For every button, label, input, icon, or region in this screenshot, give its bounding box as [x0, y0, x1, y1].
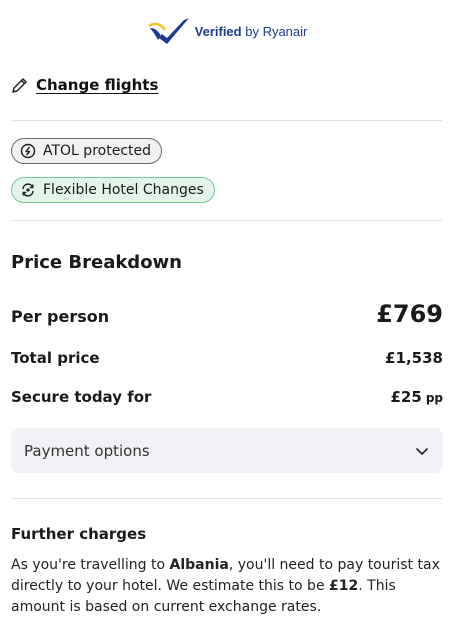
per-person-price: £769 — [376, 300, 443, 328]
pencil-icon — [12, 77, 27, 93]
change-flights-link[interactable]: Change flights — [11, 76, 158, 94]
flexible-label: Flexible Hotel Changes — [43, 182, 204, 198]
change-flights-label[interactable]: Change flights — [36, 76, 158, 94]
verified-text: Verified by Ryanair — [194, 23, 308, 39]
ryanair-logo-icon — [147, 18, 189, 44]
atol-label: ATOL protected — [43, 143, 152, 159]
total-price-row: Total price £1,538 — [11, 349, 443, 367]
flexible-icon — [22, 183, 34, 197]
further-charges-heading: Further charges — [11, 525, 147, 543]
payment-options-dropdown[interactable]: Payment options — [11, 428, 443, 473]
divider — [11, 498, 442, 499]
further-charges-text: As you're travelling to Albania, you'll … — [11, 557, 440, 615]
secure-today-amount: £25 pp — [391, 387, 444, 406]
per-person-label: Per person — [11, 307, 110, 326]
secure-today-label: Secure today for — [11, 388, 152, 406]
flexible-hotel-changes-badge: Flexible Hotel Changes — [11, 177, 215, 203]
total-price-value: £1,538 — [385, 349, 443, 367]
per-person-row: Per person £769 — [11, 300, 443, 328]
verified-by-ryanair: Verified by Ryanair — [0, 16, 454, 46]
payment-options-label: Payment options — [24, 441, 150, 460]
divider — [11, 220, 442, 221]
secure-today-value: £25 — [390, 388, 422, 406]
destination-name: Albania — [169, 557, 229, 573]
atol-protected-badge: ATOL protected — [11, 138, 163, 164]
secure-today-row: Secure today for £25 pp — [11, 387, 443, 406]
divider — [11, 120, 442, 121]
atol-icon — [20, 143, 36, 159]
total-price-label: Total price — [11, 349, 100, 367]
price-breakdown-heading: Price Breakdown — [11, 252, 182, 273]
secure-today-unit: pp — [425, 391, 443, 405]
chevron-down-icon — [416, 447, 428, 455]
tourist-tax-amount: £12 — [329, 578, 359, 594]
